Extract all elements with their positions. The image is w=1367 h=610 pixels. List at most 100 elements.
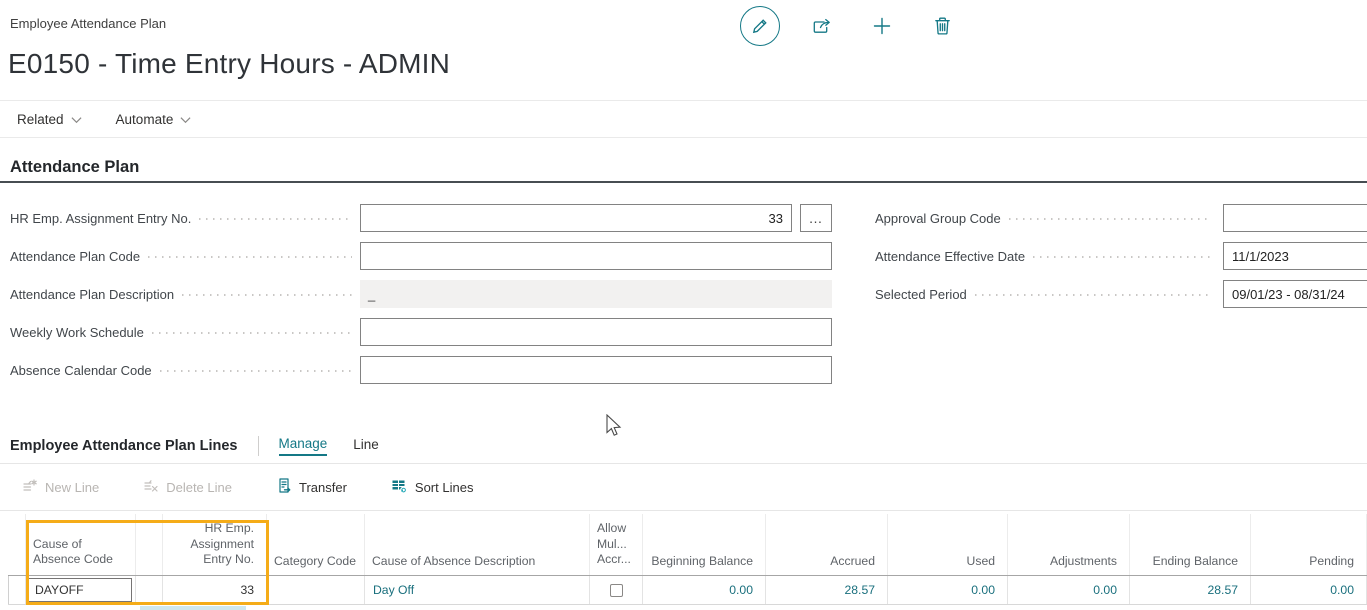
field-row: Selected Period [875,280,1211,308]
cell-used[interactable]: 0.00 [888,576,1008,604]
section-divider [0,181,1367,183]
day-off-link[interactable]: Day Off [365,583,414,597]
tab-manage[interactable]: Manage [279,436,328,456]
field-row: Attendance Effective Date [875,242,1211,270]
field-label: HR Emp. Assignment Entry No. [10,211,191,226]
attendance-effective-date-input[interactable]: 11/1/2023 [1223,242,1367,270]
transfer-label: Transfer [299,480,347,495]
field-row: Absence Calendar Code [10,356,352,384]
dotted-leader [199,218,352,220]
column-header-allow-mul-accr[interactable]: Allow Mul... Accr... [590,514,643,575]
column-header-ending-balance[interactable]: Ending Balance [1130,514,1251,575]
dotted-leader [182,294,352,296]
cell-accrued[interactable]: 28.57 [766,576,888,604]
page-title: E0150 - Time Entry Hours - ADMIN [8,48,450,80]
attendance-plan-lines-grid: Cause of Absence Code HR Emp. Assignment… [8,514,1367,605]
field-row: Approval Group Code [875,204,1211,232]
column-header-pending[interactable]: Pending [1251,514,1367,575]
cell-pending[interactable]: 0.00 [1251,576,1367,604]
page-action-bar [740,6,960,46]
sort-lines-label: Sort Lines [415,480,474,495]
menu-related[interactable]: Related [17,112,82,127]
column-header-hr-emp-assignment-entry-no[interactable]: HR Emp. Assignment Entry No. [163,514,267,575]
dotted-leader [160,370,352,372]
transfer-icon [276,477,292,497]
column-header-cause-of-absence-description[interactable]: Cause of Absence Description [365,514,590,575]
partial-next-row [8,605,1367,610]
new-line-button[interactable]: New Line [22,478,99,497]
menu-bar: Related Automate [0,100,1367,138]
column-header-category-code[interactable]: Category Code [267,514,365,575]
new-button[interactable] [864,8,900,44]
cell-hr-emp-assignment-entry-no[interactable]: 33 [163,576,267,604]
menu-automate-label: Automate [116,112,174,127]
cell-cause-of-absence-code[interactable]: DAYOFF [26,576,136,604]
edit-pencil-icon [751,17,769,35]
menu-automate[interactable]: Automate [116,112,192,127]
column-header-adjustments[interactable]: Adjustments [1008,514,1130,575]
cell-adjustments[interactable]: 0.00 [1008,576,1130,604]
cell-ending-balance[interactable]: 28.57 [1130,576,1251,604]
grid-header-row: Cause of Absence Code HR Emp. Assignment… [8,514,1367,576]
active-cell-box[interactable]: DAYOFF [28,578,132,602]
dotted-leader [975,294,1211,296]
field-label: Absence Calendar Code [10,363,152,378]
column-header-used[interactable]: Used [888,514,1008,575]
lines-section-title: Employee Attendance Plan Lines [10,438,238,454]
allow-mul-accr-checkbox[interactable] [610,584,623,597]
divider [0,463,1367,464]
cell-cause-of-absence-description[interactable]: Day Off [365,576,590,604]
field-label: Approval Group Code [875,211,1001,226]
absence-calendar-code-combo[interactable] [360,356,832,384]
chevron-down-icon [180,112,191,127]
tab-divider [258,436,259,456]
share-button[interactable] [804,8,840,44]
delete-line-icon [143,478,159,497]
divider [0,510,1367,511]
column-header-selector [8,514,26,575]
approval-group-code-input[interactable] [1223,204,1367,232]
assist-edit-button[interactable]: … [800,204,832,232]
attendance-plan-code-combo[interactable] [360,242,832,270]
attendance-plan-description-field: _ [360,280,832,308]
hr-emp-assignment-entry-no-input[interactable]: 33 [360,204,792,232]
delete-line-label: Delete Line [166,480,232,495]
cell-category-code[interactable] [267,576,365,604]
field-row: HR Emp. Assignment Entry No. [10,204,352,232]
sort-lines-button[interactable]: Sort Lines [391,478,474,497]
cell-beginning-balance[interactable]: 0.00 [643,576,766,604]
lines-toolbar: New Line Delete Line Transfer [22,471,473,503]
column-header-beginning-balance[interactable]: Beginning Balance [643,514,766,575]
delete-line-button[interactable]: Delete Line [143,478,232,497]
column-header-cause-of-absence-code[interactable]: Cause of Absence Code [26,514,136,575]
dotted-leader [148,256,352,258]
breadcrumb[interactable]: Employee Attendance Plan [10,16,166,31]
lines-section-header: Employee Attendance Plan Lines Manage Li… [10,436,379,456]
field-row: Attendance Plan Description [10,280,352,308]
delete-button[interactable] [924,8,960,44]
column-header-spacer [136,514,163,575]
weekly-work-schedule-combo[interactable] [360,318,832,346]
attendance-plan-section-title: Attendance Plan [10,158,139,177]
cell-spacer [136,576,163,604]
selected-period-input[interactable]: 09/01/23 - 08/31/24 [1223,280,1367,308]
field-label: Weekly Work Schedule [10,325,144,340]
partial-selected-cell [140,606,246,610]
mouse-cursor [605,414,623,443]
column-header-accrued[interactable]: Accrued [766,514,888,575]
new-line-label: New Line [45,480,99,495]
row-selector-cell[interactable] [8,576,26,604]
grid-row[interactable]: DAYOFF 33 Day Off 0.00 28.57 0.00 0.00 2… [8,576,1367,605]
chevron-down-icon [71,112,82,127]
tab-line[interactable]: Line [353,437,379,455]
field-label: Selected Period [875,287,967,302]
edit-button[interactable] [740,6,780,46]
cell-allow-mul-accr[interactable] [590,576,643,604]
trash-icon [933,16,952,36]
field-label: Attendance Plan Description [10,287,174,302]
transfer-button[interactable]: Transfer [276,477,347,497]
field-row: Weekly Work Schedule [10,318,352,346]
field-label: Attendance Plan Code [10,249,140,264]
dotted-leader [1033,256,1211,258]
field-row: Attendance Plan Code [10,242,352,270]
